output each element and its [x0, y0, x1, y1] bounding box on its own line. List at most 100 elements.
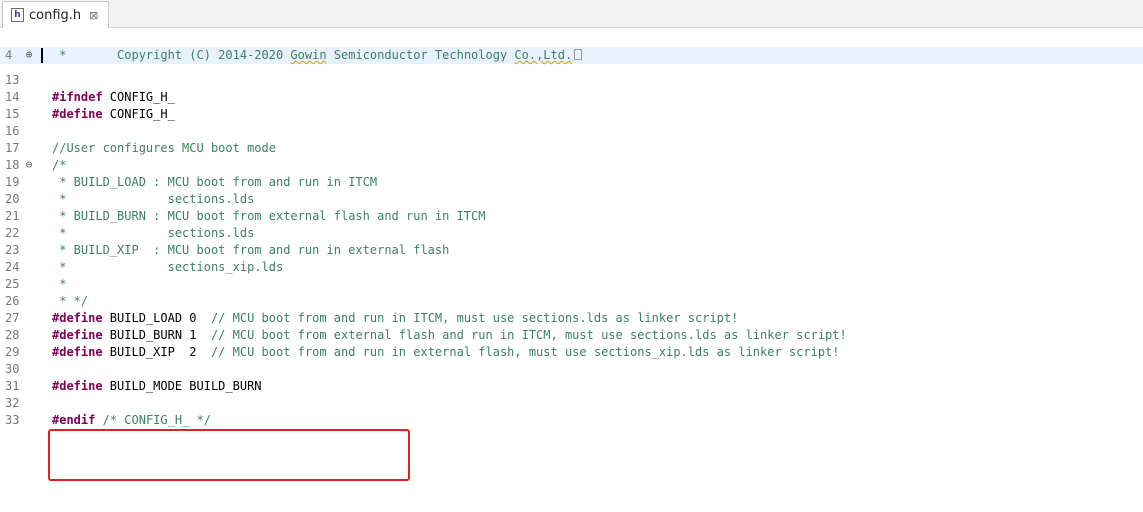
- tab-config-h[interactable]: h config.h ⊠: [2, 1, 110, 28]
- line-gutter: 15: [0, 106, 43, 123]
- line-number: 13: [5, 73, 20, 87]
- line-gutter: 32: [0, 395, 43, 412]
- code-line[interactable]: 26 * */: [0, 293, 1143, 310]
- collapse-fold-icon[interactable]: ⊖: [22, 158, 36, 172]
- code-comment: * */: [52, 294, 89, 308]
- line-code[interactable]: * BUILD_XIP : MCU boot from and run in e…: [52, 242, 449, 259]
- code-token: BUILD_LOAD 0: [102, 311, 211, 325]
- code-comment: Co.,Ltd.: [514, 48, 573, 62]
- code-line[interactable]: 30: [0, 361, 1143, 378]
- line-gutter: 18 ⊖: [0, 157, 43, 174]
- line-code[interactable]: * sections_xip.lds: [52, 259, 283, 276]
- line-gutter: 23: [0, 242, 43, 259]
- code-comment: // MCU boot from and run in ITCM, must u…: [210, 311, 739, 325]
- line-number: 29: [5, 345, 20, 359]
- line-number: 22: [5, 226, 20, 240]
- line-number: 28: [5, 328, 20, 342]
- preprocessor-directive: #define: [52, 311, 103, 325]
- line-gutter: 28: [0, 327, 43, 344]
- code-comment: //User configures MCU boot mode: [52, 141, 276, 155]
- code-line[interactable]: 13: [0, 72, 1143, 89]
- code-comment: Gowin: [290, 48, 327, 62]
- code-comment: Semiconductor Technology: [326, 48, 515, 62]
- code-comment: * BUILD_LOAD : MCU boot from and run in …: [52, 175, 378, 189]
- code-line[interactable]: 20 * sections.lds: [0, 191, 1143, 208]
- code-comment: /*: [52, 158, 67, 172]
- code-line[interactable]: 29 #define BUILD_XIP 2 // MCU boot from a…: [0, 344, 1143, 361]
- line-code[interactable]: #define BUILD_BURN 1 // MCU boot from ex…: [52, 327, 847, 344]
- line-gutter: 13: [0, 72, 43, 89]
- line-number: 15: [5, 107, 20, 121]
- code-comment: /* CONFIG_H_ */: [102, 413, 211, 427]
- line-code[interactable]: * Copyright (C) 2014-2020 Gowin Semicond…: [52, 47, 583, 64]
- line-gutter: 30: [0, 361, 43, 378]
- code-comment: // MCU boot from external flash and run …: [210, 328, 847, 342]
- code-line[interactable]: 4 ⊕ * Copyright (C) 2014-2020 Gowin Semic…: [0, 47, 1143, 64]
- expand-fold-icon[interactable]: ⊕: [22, 48, 36, 62]
- code-comment: * sections.lds: [52, 192, 255, 206]
- line-gutter: 21: [0, 208, 43, 225]
- highlight-box: [48, 429, 410, 481]
- line-number: 19: [5, 175, 20, 189]
- code-token: CONFIG_H_: [102, 90, 175, 104]
- line-number: 32: [5, 396, 20, 410]
- line-code[interactable]: * sections.lds: [52, 191, 254, 208]
- line-code[interactable]: #define BUILD_LOAD 0 // MCU boot from an…: [52, 310, 738, 327]
- line-gutter: 27: [0, 310, 43, 327]
- code-line[interactable]: 25 *: [0, 276, 1143, 293]
- line-code[interactable]: * sections.lds: [52, 225, 254, 242]
- line-code[interactable]: //User configures MCU boot mode: [52, 140, 276, 157]
- line-number: 4: [5, 48, 13, 62]
- line-gutter: 22: [0, 225, 43, 242]
- code-line[interactable]: 15 #define CONFIG_H_: [0, 106, 1143, 123]
- code-line[interactable]: 32: [0, 395, 1143, 412]
- line-number: 14: [5, 90, 20, 104]
- code-line[interactable]: 18 ⊖ /*: [0, 157, 1143, 174]
- preprocessor-directive: #define: [52, 107, 103, 121]
- code-line[interactable]: 22 * sections.lds: [0, 225, 1143, 242]
- folded-content-icon: [574, 49, 583, 60]
- code-line[interactable]: 21 * BUILD_BURN : MCU boot from external…: [0, 208, 1143, 225]
- line-code[interactable]: #define BUILD_MODE BUILD_BURN: [52, 378, 262, 395]
- line-code[interactable]: #define CONFIG_H_: [52, 106, 175, 123]
- code-line[interactable]: 19 * BUILD_LOAD : MCU boot from and run …: [0, 174, 1143, 191]
- preprocessor-directive: #ifndef: [52, 90, 103, 104]
- line-code[interactable]: * */: [52, 293, 88, 310]
- code-token: BUILD_XIP 2: [102, 345, 211, 359]
- preprocessor-directive: #endif: [52, 413, 96, 427]
- code-line[interactable]: 14 #ifndef CONFIG_H_: [0, 89, 1143, 106]
- line-code[interactable]: * BUILD_LOAD : MCU boot from and run in …: [52, 174, 377, 191]
- code-line[interactable]: 31 #define BUILD_MODE BUILD_BURN: [0, 378, 1143, 395]
- code-comment: * sections_xip.lds: [52, 260, 284, 274]
- line-code[interactable]: *: [52, 276, 66, 293]
- line-code[interactable]: /*: [52, 157, 66, 174]
- line-code[interactable]: * BUILD_BURN : MCU boot from external fl…: [52, 208, 485, 225]
- code-comment: * sections.lds: [52, 226, 255, 240]
- code-line[interactable]: 28 #define BUILD_BURN 1 // MCU boot from …: [0, 327, 1143, 344]
- code-line[interactable]: 16: [0, 123, 1143, 140]
- close-icon[interactable]: ⊠: [89, 9, 98, 22]
- code-line[interactable]: 27 #define BUILD_LOAD 0 // MCU boot from …: [0, 310, 1143, 327]
- line-gutter: 33: [0, 412, 43, 429]
- line-code[interactable]: #define BUILD_XIP 2 // MCU boot from and…: [52, 344, 840, 361]
- code-line[interactable]: 17 //User configures MCU boot mode: [0, 140, 1143, 157]
- line-gutter: 25: [0, 276, 43, 293]
- line-number: 26: [5, 294, 20, 308]
- line-number: 25: [5, 277, 20, 291]
- line-number: 18: [5, 158, 20, 172]
- header-file-icon: h: [11, 8, 24, 22]
- code-line[interactable]: 24 * sections_xip.lds: [0, 259, 1143, 276]
- code-line[interactable]: 33 #endif /* CONFIG_H_ */: [0, 412, 1143, 429]
- line-code[interactable]: #endif /* CONFIG_H_ */: [52, 412, 211, 429]
- code-line[interactable]: 23 * BUILD_XIP : MCU boot from and run i…: [0, 242, 1143, 259]
- tab-filename: config.h: [29, 7, 82, 23]
- code-comment: *: [52, 277, 67, 291]
- line-gutter: 17: [0, 140, 43, 157]
- line-number: 17: [5, 141, 20, 155]
- code-token: CONFIG_H_: [102, 107, 175, 121]
- code-comment: // MCU boot from and run in external fla…: [210, 345, 840, 359]
- preprocessor-directive: #define: [52, 345, 103, 359]
- preprocessor-directive: #define: [52, 328, 103, 342]
- line-code[interactable]: #ifndef CONFIG_H_: [52, 89, 175, 106]
- line-gutter: 14: [0, 89, 43, 106]
